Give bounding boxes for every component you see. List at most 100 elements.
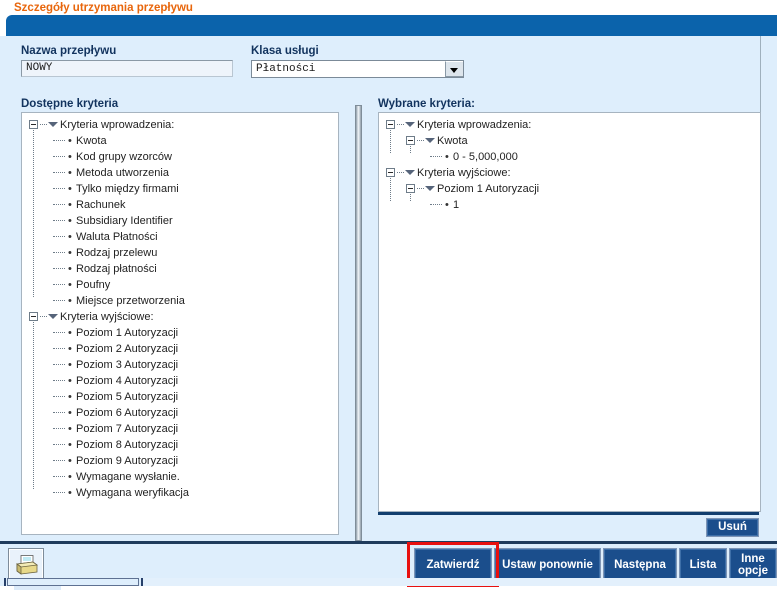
available-criteria-node[interactable]: • Waluta Płatności: [22, 229, 338, 245]
tree-connector: [53, 460, 65, 462]
tree-connector: [53, 332, 65, 334]
tree-connector: [53, 444, 65, 446]
tree-node-label: Kwota: [76, 135, 107, 147]
bullet-icon: •: [68, 455, 72, 467]
expanded-arrow-icon: [48, 314, 58, 319]
tree-node-label: 0 - 5,000,000: [453, 151, 518, 163]
tree-connector: [53, 396, 65, 398]
available-criteria-tree[interactable]: Kryteria wprowadzenia: • Kwota • Kod grupy w…: [21, 112, 339, 535]
bullet-icon: •: [68, 327, 72, 339]
available-criteria-node[interactable]: • Subsidiary Identifier: [22, 213, 338, 229]
bullet-icon: •: [68, 167, 72, 179]
service-class-label: Klasa usługi: [251, 45, 319, 57]
printer-icon: [15, 555, 39, 575]
bottom-strip: [143, 578, 777, 586]
available-criteria-node[interactable]: • Kwota: [22, 133, 338, 149]
available-criteria-node[interactable]: • Poufny: [22, 277, 338, 293]
tree-connector: [417, 140, 424, 142]
collapse-icon[interactable]: [406, 184, 415, 193]
available-criteria-node[interactable]: • Wymagane wysłanie.: [22, 469, 338, 485]
tree-node-label: Poziom 5 Autoryzacji: [76, 391, 179, 403]
panel-splitter-handle[interactable]: [355, 105, 362, 541]
bullet-icon: •: [68, 375, 72, 387]
selected-criteria-node[interactable]: Kryteria wprowadzenia:: [379, 117, 760, 133]
tree-node-label: Poziom 2 Autoryzacji: [76, 343, 179, 355]
tree-connector: [53, 220, 65, 222]
available-criteria-node[interactable]: • Wymagana weryfikacja: [22, 485, 338, 501]
reset-button[interactable]: Ustaw ponownie: [494, 548, 601, 582]
tree-node-label: Rachunek: [76, 199, 126, 211]
available-criteria-node[interactable]: • Poziom 3 Autoryzacji: [22, 357, 338, 373]
available-criteria-node[interactable]: • Poziom 5 Autoryzacji: [22, 389, 338, 405]
available-criteria-node[interactable]: • Kod grupy wzorców: [22, 149, 338, 165]
bottom-accent: [14, 586, 61, 590]
available-criteria-node[interactable]: • Poziom 9 Autoryzacji: [22, 453, 338, 469]
tree-node-label: Waluta Płatności: [76, 231, 158, 243]
other-options-button[interactable]: Inne opcje: [729, 548, 777, 582]
list-button[interactable]: Lista: [679, 548, 727, 582]
collapse-icon[interactable]: [406, 136, 415, 145]
selected-criteria-tree[interactable]: Kryteria wprowadzenia: Kwota • 0 - 5,000,00…: [378, 112, 761, 512]
flow-name-input[interactable]: [21, 60, 233, 77]
available-criteria-node[interactable]: • Poziom 2 Autoryzacji: [22, 341, 338, 357]
tree-node-label: Poziom 6 Autoryzacji: [76, 407, 179, 419]
bullet-icon: •: [68, 295, 72, 307]
selected-criteria-node[interactable]: • 0 - 5,000,000: [379, 149, 760, 165]
available-criteria-node[interactable]: • Poziom 4 Autoryzacji: [22, 373, 338, 389]
expanded-arrow-icon: [425, 186, 435, 191]
tree-node-label: Wymagana weryfikacja: [76, 487, 189, 499]
tree-connector: [53, 412, 65, 414]
available-criteria-heading: Dostępne kryteria: [21, 98, 119, 110]
available-criteria-node[interactable]: Kryteria wyjściowe:: [22, 309, 338, 325]
bullet-icon: •: [68, 199, 72, 211]
tree-node-label: Kryteria wyjściowe:: [60, 311, 154, 323]
chevron-down-icon[interactable]: [445, 61, 463, 77]
selected-criteria-node[interactable]: • 1: [379, 197, 760, 213]
tree-connector: [397, 172, 404, 174]
tree-connector: [53, 348, 65, 350]
collapse-icon[interactable]: [29, 312, 38, 321]
selected-criteria-node[interactable]: Kryteria wyjściowe:: [379, 165, 760, 181]
tree-node-label: Rodzaj przelewu: [76, 247, 158, 259]
available-criteria-node[interactable]: • Rodzaj płatności: [22, 261, 338, 277]
bullet-icon: •: [68, 231, 72, 243]
horizontal-scrollbar[interactable]: [7, 578, 139, 586]
expanded-arrow-icon: [405, 170, 415, 175]
available-criteria-node[interactable]: • Poziom 1 Autoryzacji: [22, 325, 338, 341]
available-criteria-node[interactable]: • Metoda utworzenia: [22, 165, 338, 181]
bullet-icon: •: [68, 135, 72, 147]
bullet-icon: •: [68, 391, 72, 403]
collapse-icon[interactable]: [386, 120, 395, 129]
confirm-button[interactable]: Zatwierdź: [414, 548, 492, 582]
available-criteria-node[interactable]: Kryteria wprowadzenia:: [22, 117, 338, 133]
available-criteria-node[interactable]: • Poziom 6 Autoryzacji: [22, 405, 338, 421]
service-class-select[interactable]: Płatności: [251, 60, 464, 78]
tree-connector: [53, 284, 65, 286]
available-criteria-node[interactable]: • Tylko między firmami: [22, 181, 338, 197]
tree-connector: [53, 156, 65, 158]
collapse-icon[interactable]: [29, 120, 38, 129]
available-criteria-node[interactable]: • Poziom 7 Autoryzacji: [22, 421, 338, 437]
available-criteria-node[interactable]: • Rodzaj przelewu: [22, 245, 338, 261]
available-criteria-node[interactable]: • Poziom 8 Autoryzacji: [22, 437, 338, 453]
available-criteria-node[interactable]: • Miejsce przetworzenia: [22, 293, 338, 309]
bullet-icon: •: [68, 359, 72, 371]
selected-criteria-node[interactable]: Poziom 1 Autoryzacji: [379, 181, 760, 197]
tree-node-label: Kod grupy wzorców: [76, 151, 172, 163]
bullet-icon: •: [68, 247, 72, 259]
print-button[interactable]: [8, 548, 44, 581]
tree-node-label: Subsidiary Identifier: [76, 215, 173, 227]
tree-connector: [397, 124, 404, 126]
tree-connector: [53, 300, 65, 302]
tree-node-label: Poziom 3 Autoryzacji: [76, 359, 179, 371]
tree-connector: [53, 140, 65, 142]
collapse-icon[interactable]: [386, 168, 395, 177]
next-button[interactable]: Następna: [603, 548, 677, 582]
tree-connector: [53, 188, 65, 190]
tree-node-label: Miejsce przetworzenia: [76, 295, 185, 307]
remove-button[interactable]: Usuń: [706, 518, 759, 537]
selected-tree-underline: [378, 512, 759, 515]
tree-node-label: Tylko między firmami: [76, 183, 179, 195]
selected-criteria-node[interactable]: Kwota: [379, 133, 760, 149]
available-criteria-node[interactable]: • Rachunek: [22, 197, 338, 213]
